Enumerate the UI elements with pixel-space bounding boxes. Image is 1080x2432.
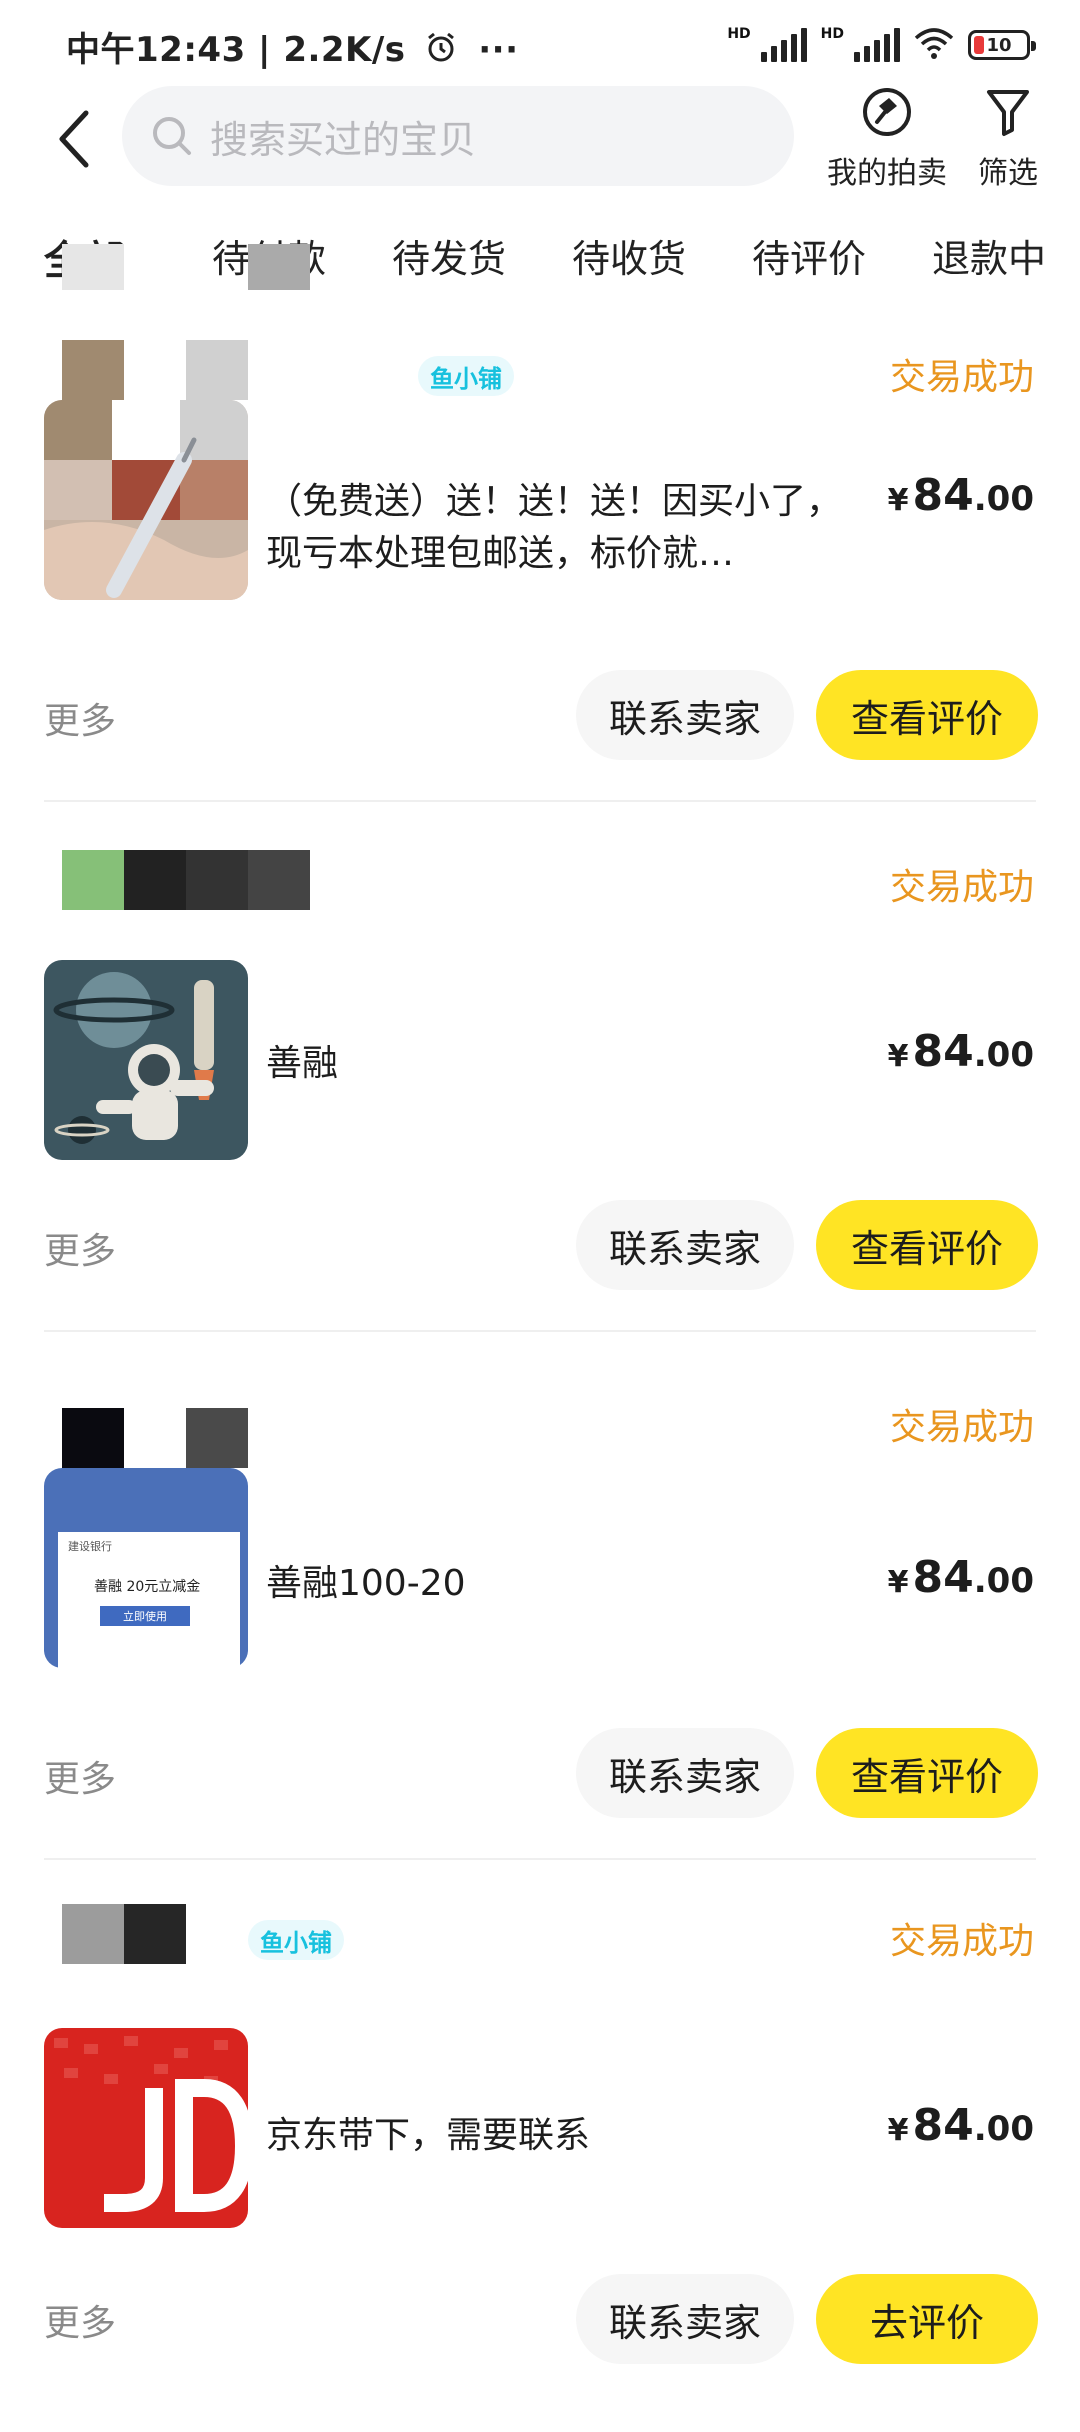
contact-seller-button[interactable]: 联系卖家 <box>576 1728 794 1818</box>
status-more: ··· <box>478 30 519 70</box>
more-button[interactable]: 更多 <box>44 1750 116 1802</box>
alarm-icon <box>424 30 458 73</box>
order-divider <box>44 1330 1036 1332</box>
product-title[interactable]: 京东带下，需要联系 <box>266 2110 856 2162</box>
price-symbol: ¥ <box>887 1565 909 1600</box>
status-time-text: 中午12:43 | 2.2K/s <box>66 30 406 70</box>
bank-coupon-screenshot-icon: 建设银行 善融 20元立减金 立即使用 <box>44 1468 248 1668</box>
search-input[interactable]: 搜索买过的宝贝 <box>122 86 794 186</box>
tab-mosaic <box>62 244 124 290</box>
product-title[interactable]: （免费送）送！送！送！因买小了，现亏本处理包邮送，标价就… <box>266 476 856 580</box>
contact-seller-button[interactable]: 联系卖家 <box>576 670 794 760</box>
more-button[interactable]: 更多 <box>44 1222 116 1274</box>
contact-seller-button[interactable]: 联系卖家 <box>576 1200 794 1290</box>
order-divider <box>44 1858 1036 1860</box>
price-integer: 84 <box>912 2100 974 2151</box>
wifi-icon <box>914 26 954 64</box>
order-status: 交易成功 <box>889 1921 1034 1962</box>
thumb-bank-name: 建设银行 <box>68 1540 112 1553</box>
order-price: ¥ 84 .00 <box>888 1026 1034 1077</box>
price-decimal: .00 <box>973 479 1034 519</box>
battery-icon: 10 <box>968 30 1036 60</box>
product-thumbnail[interactable] <box>44 960 248 1160</box>
tab-pending-shipment[interactable]: 待发货 <box>392 228 506 283</box>
back-button[interactable] <box>44 106 104 176</box>
filter-button[interactable]: 筛选 <box>968 86 1048 192</box>
status-bar: 中午12:43 | 2.2K/s ··· HD HD 10 <box>0 0 1080 90</box>
shop-tag: 鱼小铺 <box>248 1920 344 1960</box>
order-status-tabs: 全部 待付款 待发货 待收货 待评价 退款中 <box>0 216 1080 304</box>
product-title[interactable]: 善融100-20 <box>266 1558 856 1610</box>
product-title[interactable]: 善融 <box>266 1038 856 1090</box>
order-price: ¥ 84 .00 <box>888 1552 1034 1603</box>
shop-name-mosaic <box>62 340 248 400</box>
header: 搜索买过的宝贝 我的拍卖 筛选 <box>0 86 1080 196</box>
order-card[interactable]: 交易成功 建设银行 善融 20元立减金 立即使用 善融100-20 ¥ 84 .… <box>0 1378 1080 1906</box>
more-button[interactable]: 更多 <box>44 692 116 744</box>
price-integer: 84 <box>912 1552 974 1603</box>
order-card[interactable]: 鱼小铺 交易成功 京东带下，需要联系 ¥ 84 .00 更多 联系卖家 去评价 <box>0 1904 1080 2432</box>
shop-tag: 鱼小铺 <box>418 356 514 396</box>
price-decimal: .00 <box>973 2109 1034 2149</box>
tab-mosaic <box>248 244 310 290</box>
view-review-button[interactable]: 查看评价 <box>816 1728 1038 1818</box>
battery-level: 10 <box>986 34 1012 56</box>
price-decimal: .00 <box>973 1035 1034 1075</box>
write-review-button[interactable]: 去评价 <box>816 2274 1038 2364</box>
order-status: 交易成功 <box>889 867 1034 908</box>
filter-icon <box>985 86 1031 142</box>
status-time: 中午12:43 | 2.2K/s ··· <box>66 22 519 73</box>
tab-pending-receipt[interactable]: 待收货 <box>572 228 686 283</box>
jd-card-image-icon <box>44 2028 248 2228</box>
view-review-button[interactable]: 查看评价 <box>816 670 1038 760</box>
screwdriver-photo-icon <box>44 400 248 600</box>
product-thumbnail[interactable] <box>44 400 248 600</box>
price-symbol: ¥ <box>887 1039 909 1074</box>
shop-name-mosaic <box>62 1408 248 1468</box>
network-label-1: HD <box>727 26 751 42</box>
price-decimal: .00 <box>973 1561 1034 1601</box>
search-placeholder: 搜索买过的宝贝 <box>210 117 477 162</box>
view-review-button[interactable]: 查看评价 <box>816 1200 1038 1290</box>
order-status: 交易成功 <box>889 1407 1034 1448</box>
price-integer: 84 <box>912 1026 974 1077</box>
product-thumbnail[interactable] <box>44 2028 248 2228</box>
product-thumbnail[interactable]: 建设银行 善融 20元立减金 立即使用 <box>44 1468 248 1668</box>
search-icon <box>150 114 194 158</box>
price-symbol: ¥ <box>887 483 909 518</box>
tab-pending-review[interactable]: 待评价 <box>752 228 866 283</box>
price-integer: 84 <box>912 470 974 521</box>
shop-name-mosaic <box>62 850 310 910</box>
price-symbol: ¥ <box>887 2113 909 2148</box>
shop-name-mosaic <box>62 1904 248 1964</box>
auction-hammer-icon <box>861 86 913 142</box>
signal-icon-1 <box>760 28 807 62</box>
order-card[interactable]: 交易成功 善融 ¥ 84 .00 更多 联系卖家 查看评价 <box>0 850 1080 1378</box>
order-price: ¥ 84 .00 <box>888 470 1034 521</box>
more-button[interactable]: 更多 <box>44 2294 116 2346</box>
astronaut-illustration-icon <box>44 960 248 1160</box>
order-price: ¥ 84 .00 <box>888 2100 1034 2151</box>
filter-label: 筛选 <box>978 156 1038 191</box>
order-card[interactable]: 鱼小铺 交易成功 （免费送）送！送！送！因买小了，现亏本处理包邮送，标价就… ¥… <box>0 340 1080 868</box>
thumb-coupon-button: 立即使用 <box>100 1606 190 1626</box>
order-status: 交易成功 <box>889 357 1034 398</box>
auction-label: 我的拍卖 <box>827 156 947 191</box>
order-divider <box>44 800 1036 802</box>
chevron-left-icon <box>54 109 94 173</box>
my-auction-button[interactable]: 我的拍卖 <box>822 86 952 192</box>
network-label-2: HD <box>820 26 844 42</box>
thumb-coupon-text: 善融 20元立减金 <box>94 1579 201 1595</box>
contact-seller-button[interactable]: 联系卖家 <box>576 2274 794 2364</box>
signal-icon-2 <box>854 28 900 62</box>
status-icons: HD HD 10 <box>727 26 1036 64</box>
tab-refunding[interactable]: 退款中 <box>932 228 1046 283</box>
